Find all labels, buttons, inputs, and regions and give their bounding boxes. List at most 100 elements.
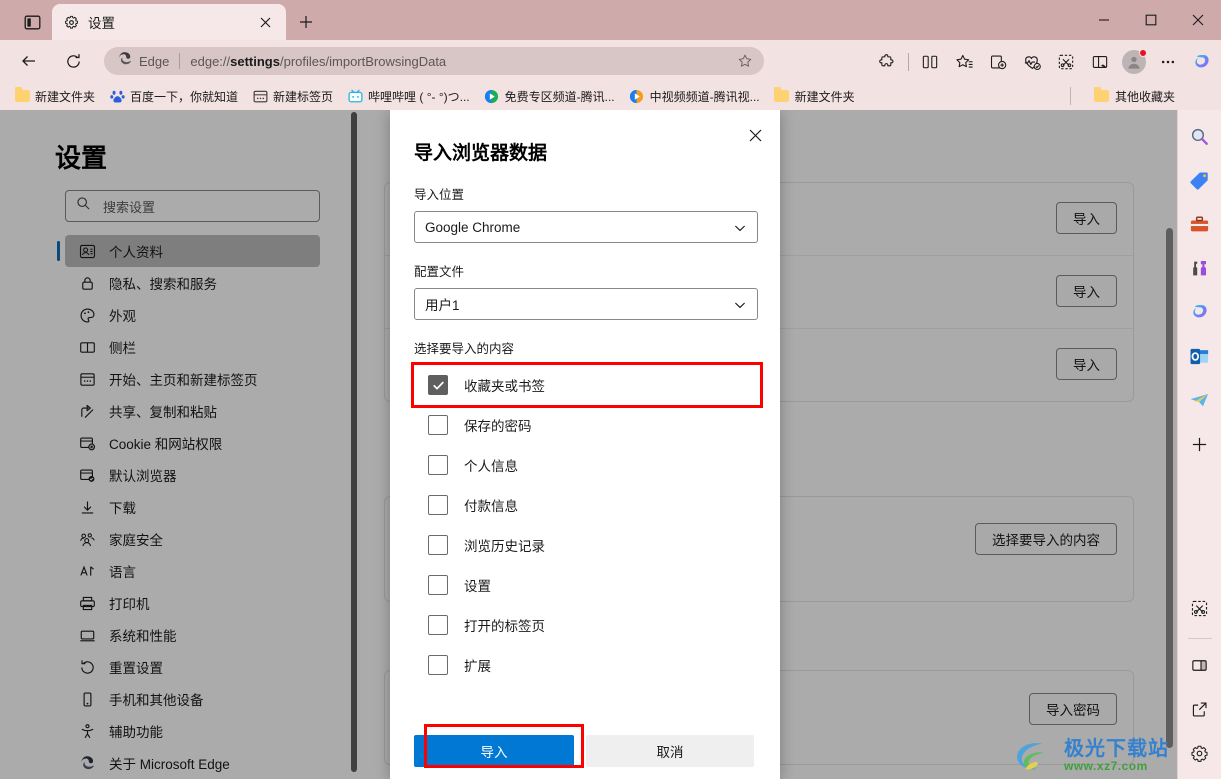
dialog-title: 导入浏览器数据: [414, 143, 548, 164]
refresh-icon[interactable]: [56, 45, 90, 77]
import-confirm-button[interactable]: 导入: [414, 735, 574, 767]
watermark-url: www.xz7.com: [1064, 759, 1148, 774]
close-window-button[interactable]: [1174, 0, 1221, 40]
checkbox-label: 付款信息: [464, 499, 518, 514]
close-icon[interactable]: [254, 11, 276, 33]
dialog-footer: 导入 取消: [390, 723, 780, 779]
shopping-tag-icon[interactable]: [1184, 164, 1216, 196]
tab-title: 设置: [88, 16, 115, 31]
extensions-icon[interactable]: [870, 46, 904, 78]
avatar[interactable]: [1117, 46, 1151, 78]
checkbox-personal-info[interactable]: 个人信息: [414, 445, 760, 485]
url-text: edge://settings/profiles/importBrowsingD…: [190, 53, 447, 69]
checkbox-icon[interactable]: [428, 615, 448, 635]
sidebar-divider: [1187, 638, 1212, 639]
checkbox-icon[interactable]: [428, 655, 448, 675]
gear-icon: [62, 13, 80, 31]
copilot-icon[interactable]: [1184, 296, 1216, 328]
checkbox-favorites[interactable]: 收藏夹或书签: [411, 362, 763, 408]
checkbox-icon[interactable]: [428, 575, 448, 595]
new-tab-button[interactable]: [292, 8, 320, 36]
read-aloud-icon[interactable]: [1083, 46, 1117, 78]
page-content: 设置 搜索设置 个人资料 隐私、搜索和服务 外观 侧栏 开始、主页和新建标签页 …: [0, 110, 1221, 779]
checkbox-label: 扩展: [464, 659, 491, 674]
checkbox-open-tabs[interactable]: 打开的标签页: [414, 605, 760, 645]
chevron-down-icon: [733, 298, 747, 315]
telegram-icon[interactable]: [1184, 384, 1216, 416]
watermark-title: 极光下载站: [1064, 738, 1169, 761]
add-icon[interactable]: [1184, 428, 1216, 460]
bookmark-item[interactable]: 中视频频道-腾讯视...: [623, 85, 766, 107]
checkbox-label: 个人信息: [464, 459, 518, 474]
checkbox-label: 收藏夹或书签: [464, 379, 545, 394]
checkbox-extensions[interactable]: 扩展: [414, 645, 760, 685]
watermark-logo-icon: [1017, 743, 1044, 770]
checkbox-settings[interactable]: 设置: [414, 565, 760, 605]
tencent-video-icon: [629, 88, 645, 104]
search-icon[interactable]: [1184, 120, 1216, 152]
more-options-button[interactable]: [1151, 46, 1185, 78]
folder-icon: [1094, 87, 1110, 104]
bookmark-item[interactable]: 新建文件夹: [768, 85, 861, 107]
minimize-button[interactable]: [1080, 0, 1127, 40]
toolbar-right-buttons: [870, 46, 1219, 78]
cancel-button[interactable]: 取消: [586, 735, 754, 767]
browser-tab[interactable]: 设置: [52, 4, 286, 40]
profile-select[interactable]: 用户1: [414, 288, 758, 320]
favorites-icon[interactable]: [947, 46, 981, 78]
checkbox-payment-info[interactable]: 付款信息: [414, 485, 760, 525]
chevron-down-icon: [733, 221, 747, 238]
checkbox-icon[interactable]: [428, 535, 448, 555]
checkbox-icon[interactable]: [428, 415, 448, 435]
newtab-icon: [252, 88, 268, 104]
bookmark-item[interactable]: 哔哩哔哩 ( °- °)つ...: [341, 85, 476, 107]
items-label: 选择要导入的内容: [414, 342, 515, 356]
checkbox-icon[interactable]: [428, 495, 448, 515]
split-screen-icon[interactable]: [1184, 649, 1216, 681]
split-screen-icon[interactable]: [913, 46, 947, 78]
browser-essentials-icon[interactable]: [1015, 46, 1049, 78]
popout-icon[interactable]: [1184, 693, 1216, 725]
title-bar: 设置: [0, 0, 1221, 40]
profile-label: 配置文件: [414, 265, 465, 279]
baidu-icon: [109, 88, 125, 104]
settings-page: 设置 搜索设置 个人资料 隐私、搜索和服务 外观 侧栏 开始、主页和新建标签页 …: [0, 110, 1177, 779]
checkbox-label: 浏览历史记录: [464, 539, 545, 554]
checkbox-passwords[interactable]: 保存的密码: [414, 405, 760, 445]
source-select-value: Google Chrome: [425, 219, 521, 235]
toolbar-divider: [908, 53, 909, 71]
bookmark-item[interactable]: 新建文件夹: [8, 85, 101, 107]
maximize-button[interactable]: [1127, 0, 1174, 40]
customize-icon[interactable]: [1184, 737, 1216, 769]
checkbox-label: 打开的标签页: [464, 619, 545, 634]
notification-dot: [1139, 49, 1147, 57]
edge-label: Edge: [139, 53, 170, 69]
back-arrow-icon[interactable]: [12, 45, 46, 77]
edge-sidebar: [1177, 110, 1221, 779]
favorite-star-icon[interactable]: [732, 48, 758, 74]
profile-select-value: 用户1: [425, 298, 460, 313]
address-bar[interactable]: Edge edge://settings/profiles/importBrow…: [104, 47, 764, 75]
bookmark-item[interactable]: 新建标签页: [246, 85, 339, 107]
checkbox-history[interactable]: 浏览历史记录: [414, 525, 760, 565]
outlook-icon[interactable]: [1184, 340, 1216, 372]
page-scrollbar[interactable]: [1166, 228, 1173, 748]
screenshot-icon[interactable]: [1049, 46, 1083, 78]
bookmark-item[interactable]: 免费专区频道-腾讯...: [478, 85, 621, 107]
bookmark-other-folder[interactable]: 其他收藏夹: [1088, 85, 1181, 107]
copilot-icon[interactable]: [1185, 46, 1219, 78]
checkbox-icon[interactable]: [428, 455, 448, 475]
tab-strip-icon[interactable]: [14, 8, 50, 36]
checkbox-icon[interactable]: [428, 375, 448, 395]
window-controls: [1080, 0, 1221, 40]
games-icon[interactable]: [1184, 252, 1216, 284]
collections-icon[interactable]: [981, 46, 1015, 78]
dialog-body: 导入位置 Google Chrome 配置文件 用户1 选择要导入的内容 收藏夹…: [411, 184, 763, 685]
bookmark-item[interactable]: 百度一下，你就知道: [103, 85, 244, 107]
close-icon[interactable]: [740, 120, 770, 150]
screenshot-icon[interactable]: [1184, 592, 1216, 624]
tools-icon[interactable]: [1184, 208, 1216, 240]
folder-icon: [774, 87, 790, 104]
source-select[interactable]: Google Chrome: [414, 211, 758, 243]
bilibili-icon: [347, 88, 363, 104]
